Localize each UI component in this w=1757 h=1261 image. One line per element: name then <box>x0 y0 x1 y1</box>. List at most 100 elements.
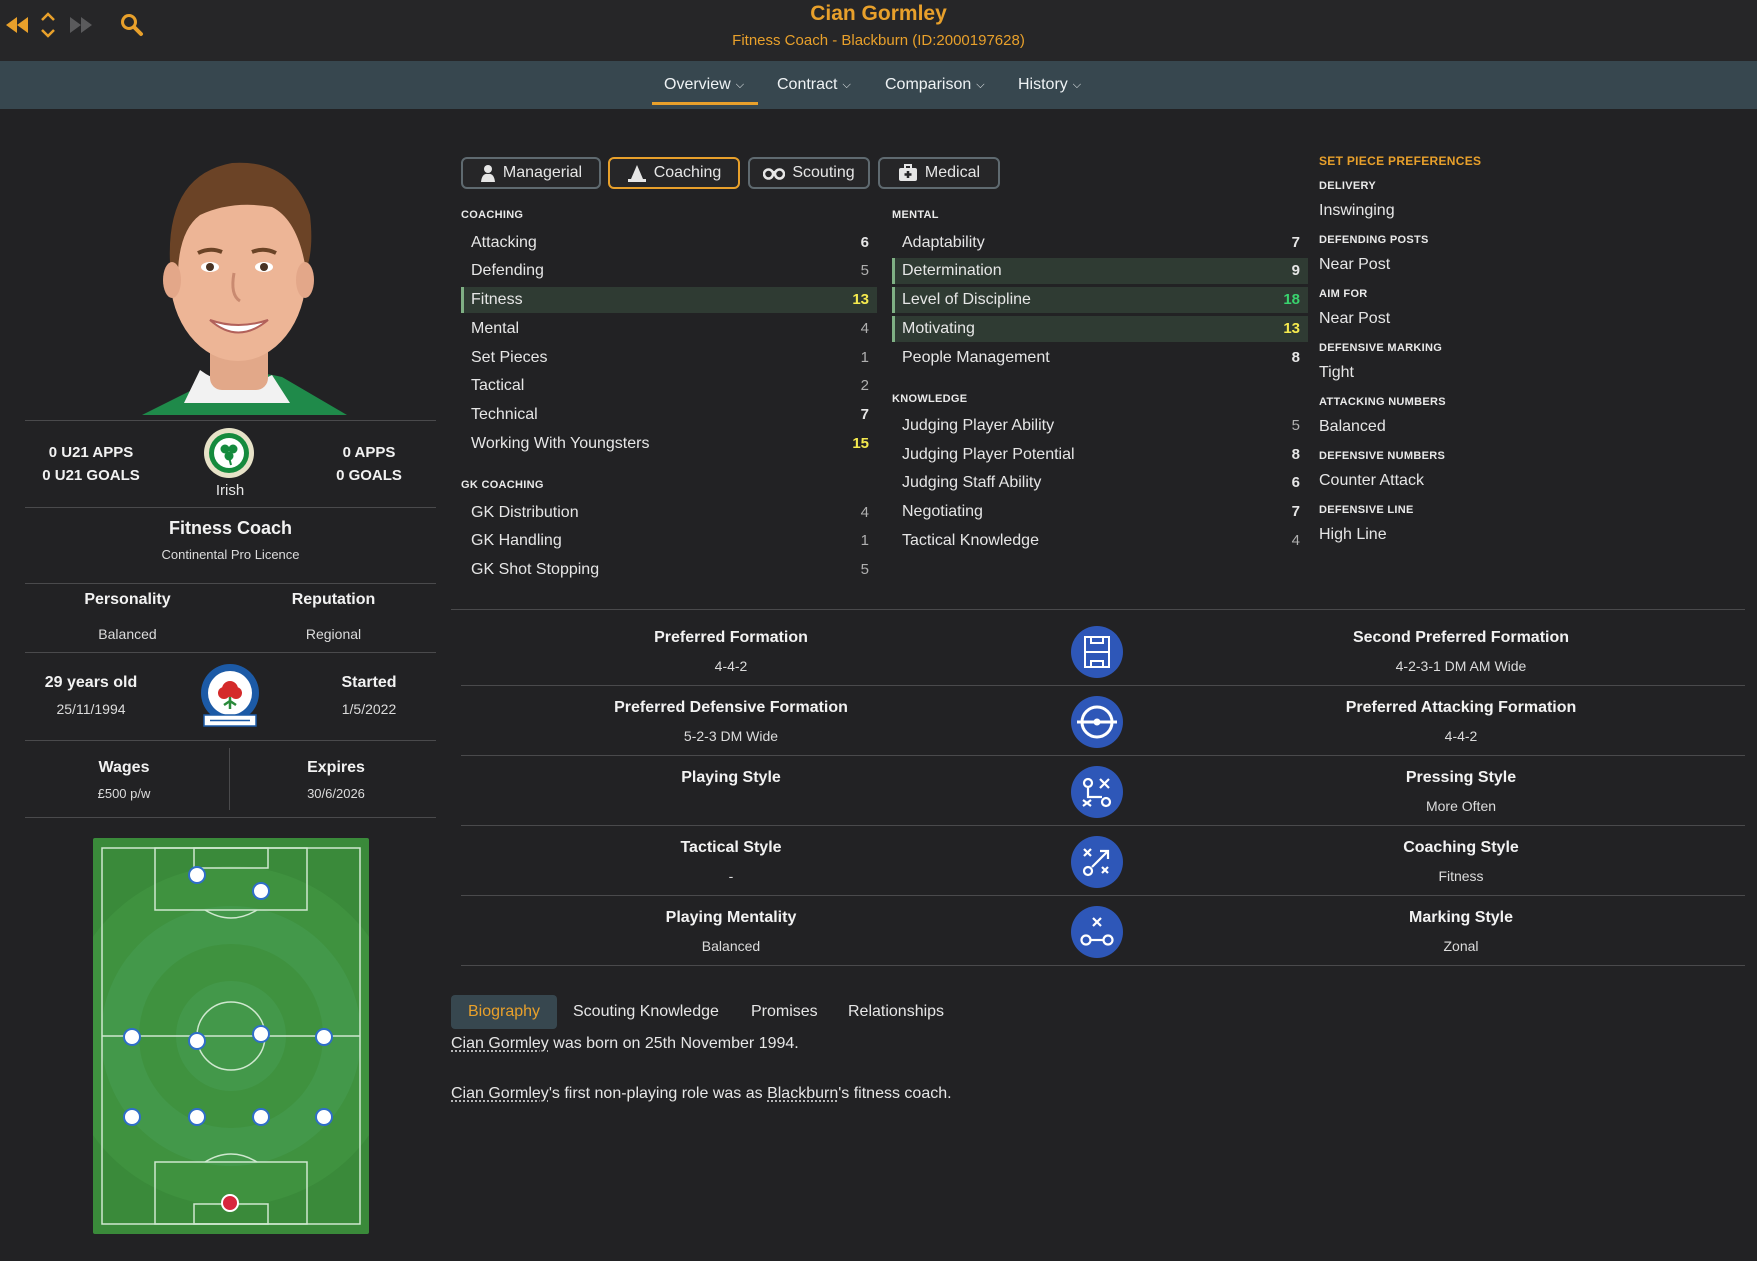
tab-scouting[interactable]: Scouting <box>748 157 870 189</box>
attribute-row-defending[interactable]: Defending 5 <box>461 258 877 284</box>
attribute-value: 15 <box>852 435 869 452</box>
divider <box>461 755 1745 756</box>
blackburn-crest-icon[interactable] <box>198 663 262 729</box>
tab-medical[interactable]: Medical <box>878 157 1000 189</box>
attribute-row-gk-distribution[interactable]: GK Distribution 4 <box>461 500 877 526</box>
staff-name-link[interactable]: Cian Gormley <box>451 1035 549 1052</box>
attribute-value: 9 <box>1291 262 1300 279</box>
senior-apps: 0 APPS <box>342 444 396 461</box>
biography-line-2: Cian Gormley's first non-playing role wa… <box>451 1085 952 1103</box>
binoculars-icon <box>763 168 786 180</box>
player-position-marker[interactable] <box>188 1108 206 1126</box>
attribute-row-technical[interactable]: Technical 7 <box>461 402 877 428</box>
role-title: Fitness Coach <box>168 518 293 538</box>
tab-promises[interactable]: Promises <box>751 995 818 1029</box>
attribute-label: Negotiating <box>902 503 983 520</box>
attribute-label: GK Distribution <box>471 504 579 521</box>
attribute-value: 13 <box>1283 320 1300 337</box>
pitch-icon <box>1071 626 1123 678</box>
attribute-row-set-pieces[interactable]: Set Pieces 1 <box>461 345 877 371</box>
attribute-row-tactical[interactable]: Tactical 2 <box>461 373 877 399</box>
attribute-row-determination[interactable]: Determination 9 <box>892 258 1308 284</box>
attribute-row-motivating[interactable]: Motivating 13 <box>892 316 1308 342</box>
player-position-marker[interactable] <box>188 866 206 884</box>
attribute-label: Judging Player Potential <box>902 446 1075 463</box>
attribute-row-judging-staff-ability[interactable]: Judging Staff Ability 6 <box>892 470 1308 496</box>
tab-relationships[interactable]: Relationships <box>848 995 944 1029</box>
biography-line-1: Cian Gormley was born on 25th November 1… <box>451 1035 799 1053</box>
set-piece-value: Near Post <box>1319 310 1391 327</box>
ireland-badge-icon[interactable] <box>203 427 255 479</box>
set-piece-value: Counter Attack <box>1319 472 1424 489</box>
biography-text: was born on 25th November 1994. <box>548 1035 799 1052</box>
wages-label: Wages <box>98 759 150 776</box>
staff-name-link[interactable]: Cian Gormley <box>451 1085 549 1102</box>
biography-text: 's fitness coach. <box>838 1085 952 1102</box>
attribute-row-negotiating[interactable]: Negotiating 7 <box>892 499 1308 525</box>
tab-scouting-knowledge[interactable]: Scouting Knowledge <box>573 995 719 1029</box>
attribute-row-adaptability[interactable]: Adaptability 7 <box>892 230 1308 256</box>
attribute-row-attacking[interactable]: Attacking 6 <box>461 230 877 256</box>
divider <box>25 507 436 508</box>
menu-comparison[interactable]: Comparison ⌵ <box>885 61 985 109</box>
cone-icon <box>627 165 646 182</box>
center-circle-icon <box>1071 696 1123 748</box>
coaching-style-value: Fitness <box>1438 868 1484 884</box>
medical-kit-icon <box>898 164 917 181</box>
set-piece-label: AIM FOR <box>1319 288 1368 300</box>
page-subtitle[interactable]: Fitness Coach - Blackburn (ID:2000197628… <box>0 32 1757 49</box>
tactical-style-value: - <box>728 868 734 884</box>
attribute-row-mental[interactable]: Mental 4 <box>461 316 877 342</box>
tab-managerial[interactable]: Managerial <box>461 157 601 189</box>
attribute-row-tactical-knowledge[interactable]: Tactical Knowledge 4 <box>892 528 1308 554</box>
section-heading-gk-coaching: GK COACHING <box>461 479 544 491</box>
attribute-row-gk-handling[interactable]: GK Handling 1 <box>461 528 877 554</box>
player-position-marker[interactable] <box>188 1032 206 1050</box>
player-position-marker[interactable] <box>123 1028 141 1046</box>
player-position-marker[interactable] <box>252 1025 270 1043</box>
u21-apps: 0 U21 APPS <box>48 444 134 461</box>
attribute-label: Judging Player Ability <box>902 417 1055 434</box>
tab-coaching[interactable]: Coaching <box>608 157 740 189</box>
chevron-down-icon: ⌵ <box>735 79 745 91</box>
player-position-marker[interactable] <box>252 1108 270 1126</box>
tab-biography[interactable]: Biography <box>451 995 558 1029</box>
started-label: Started <box>341 674 397 691</box>
player-position-marker[interactable] <box>315 1108 333 1126</box>
attribute-row-gk-shot-stopping[interactable]: GK Shot Stopping 5 <box>461 557 877 583</box>
divider <box>25 740 436 741</box>
attribute-row-working-with-youngsters[interactable]: Working With Youngsters 15 <box>461 431 877 457</box>
menu-contract[interactable]: Contract ⌵ <box>777 61 851 109</box>
expires-value: 30/6/2026 <box>307 786 365 801</box>
page-title: Cian Gormley <box>810 2 947 25</box>
marking-style-value: Zonal <box>1443 938 1479 954</box>
menu-history[interactable]: History ⌵ <box>1018 61 1081 109</box>
attribute-row-fitness[interactable]: Fitness 13 <box>461 287 877 313</box>
attribute-label: Determination <box>902 262 1002 279</box>
menu-comparison-label: Comparison <box>885 76 972 93</box>
attribute-label: Tactical Knowledge <box>902 532 1039 549</box>
attribute-label: Level of Discipline <box>902 291 1031 308</box>
player-position-marker[interactable] <box>123 1108 141 1126</box>
reputation-label: Reputation <box>291 591 376 608</box>
attribute-label: Adaptability <box>902 234 985 251</box>
divider <box>25 583 436 584</box>
goalkeeper-marker[interactable] <box>221 1194 239 1212</box>
attribute-row-judging-player-potential[interactable]: Judging Player Potential 8 <box>892 442 1308 468</box>
staff-photo <box>122 145 350 415</box>
attribute-value: 4 <box>860 320 869 337</box>
attribute-row-level-of-discipline[interactable]: Level of Discipline 18 <box>892 287 1308 313</box>
club-link[interactable]: Blackburn <box>767 1085 838 1102</box>
preferred-formation-label: Preferred Formation <box>654 629 808 646</box>
attribute-row-people-management[interactable]: People Management 8 <box>892 345 1308 371</box>
attribute-value: 5 <box>860 561 869 578</box>
u21-goals: 0 U21 GOALS <box>42 467 140 484</box>
preferred-formation-value: 4-4-2 <box>714 658 748 674</box>
attribute-label: GK Shot Stopping <box>471 561 600 578</box>
player-position-marker[interactable] <box>252 882 270 900</box>
attribute-row-judging-player-ability[interactable]: Judging Player Ability 5 <box>892 413 1308 439</box>
attribute-value: 8 <box>1291 446 1300 463</box>
menu-contract-label: Contract <box>777 76 838 93</box>
marking-style-label: Marking Style <box>1408 909 1514 926</box>
player-position-marker[interactable] <box>315 1028 333 1046</box>
